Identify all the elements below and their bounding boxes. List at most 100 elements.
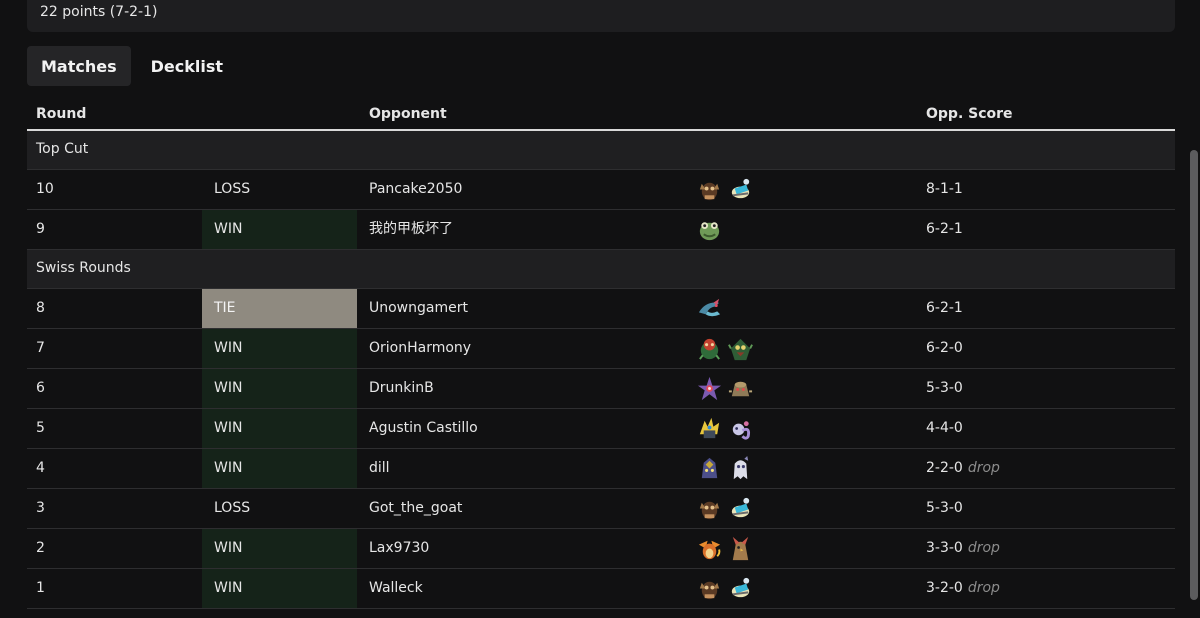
opponent-score-value: 8-1-1 bbox=[926, 181, 963, 197]
deck-icons[interactable] bbox=[696, 489, 754, 528]
opponent-score: 6-2-0 bbox=[926, 329, 963, 368]
opponent-score: 6-2-1 bbox=[926, 289, 963, 328]
opponent-name[interactable]: dill bbox=[369, 449, 390, 488]
round-number: 3 bbox=[36, 500, 45, 516]
round-number: 8 bbox=[36, 300, 45, 316]
player-summary-card: 22 points (7-2-1) bbox=[27, 0, 1175, 32]
round-number: 1 bbox=[36, 580, 45, 596]
page-scrollbar[interactable] bbox=[1190, 150, 1198, 600]
result-cell: TIE bbox=[202, 289, 357, 328]
round-number: 7 bbox=[36, 340, 45, 356]
points-record: 22 points (7-2-1) bbox=[40, 4, 158, 20]
opponent-score-value: 5-3-0 bbox=[926, 500, 963, 516]
tab-bar: Matches Decklist bbox=[27, 46, 237, 86]
mew-icon bbox=[727, 415, 754, 442]
match-row: 2 WIN Lax9730 3-3-0 drop bbox=[27, 529, 1175, 569]
section-header: Top Cut bbox=[27, 131, 1175, 170]
match-row: 5 WIN Agustin Castillo 4-4-0 bbox=[27, 409, 1175, 449]
result-cell: WIN bbox=[202, 449, 357, 488]
match-row: 6 WIN DrunkinB 5-3-0 bbox=[27, 369, 1175, 409]
opponent-name[interactable]: OrionHarmony bbox=[369, 329, 471, 368]
match-row: 1 WIN Walleck 3-2-0 drop bbox=[27, 569, 1175, 609]
toxicroak-frog-icon bbox=[696, 216, 723, 243]
deck-icons[interactable] bbox=[696, 170, 754, 209]
round-number: 5 bbox=[36, 420, 45, 436]
decidueye-icon bbox=[727, 335, 754, 362]
opponent-score: 8-1-1 bbox=[926, 170, 963, 209]
drop-label: drop bbox=[967, 580, 1000, 596]
dusknoir-mask-icon bbox=[727, 575, 754, 602]
round-number: 10 bbox=[36, 181, 54, 197]
opponent-name[interactable]: Unowngamert bbox=[369, 289, 468, 328]
deck-icons[interactable] bbox=[696, 369, 754, 408]
dusknoir-mask-icon bbox=[727, 176, 754, 203]
table-body: Top Cut 10 LOSS Pancake2050 8-1-1 9 WIN 我的甲板坏了 6… bbox=[27, 131, 1175, 609]
opponent-name[interactable]: 我的甲板坏了 bbox=[369, 210, 453, 249]
opponent-name[interactable]: Agustin Castillo bbox=[369, 409, 478, 448]
opponent-score: 3-2-0 drop bbox=[926, 569, 1000, 608]
tab-matches[interactable]: Matches bbox=[27, 46, 131, 86]
starmie-icon bbox=[696, 375, 723, 402]
opponent-name[interactable]: Got_the_goat bbox=[369, 489, 462, 528]
deck-icons[interactable] bbox=[696, 409, 754, 448]
opp-score-column-header: Opp. Score bbox=[926, 106, 1013, 122]
match-row: 10 LOSS Pancake2050 8-1-1 bbox=[27, 170, 1175, 210]
charizard-icon bbox=[696, 535, 723, 562]
opponent-score: 2-2-0 drop bbox=[926, 449, 1000, 488]
result-cell: LOSS bbox=[214, 500, 251, 516]
deck-icons[interactable] bbox=[696, 289, 723, 328]
opponent-score-value: 4-4-0 bbox=[926, 420, 963, 436]
opponent-score-value: 6-2-1 bbox=[926, 221, 963, 237]
match-row: 4 WIN dill 2-2-0 drop bbox=[27, 449, 1175, 489]
opponent-score-value: 5-3-0 bbox=[926, 380, 963, 396]
pidgeot-icon bbox=[727, 535, 754, 562]
result-cell: WIN bbox=[202, 409, 357, 448]
opponent-name[interactable]: Pancake2050 bbox=[369, 170, 462, 209]
result-cell: WIN bbox=[202, 529, 357, 568]
opponent-score-value: 3-2-0 bbox=[926, 580, 963, 596]
tab-decklist[interactable]: Decklist bbox=[137, 46, 237, 86]
opponent-score-value: 6-2-1 bbox=[926, 300, 963, 316]
result-cell: WIN bbox=[202, 369, 357, 408]
drop-label: drop bbox=[967, 460, 1000, 476]
ogerpon-teal-icon bbox=[696, 335, 723, 362]
gholdengo-dark-icon bbox=[696, 455, 723, 482]
bronzong-icon bbox=[727, 375, 754, 402]
section-header: Swiss Rounds bbox=[27, 250, 1175, 289]
table-header: Round Opponent Opp. Score bbox=[27, 98, 1175, 131]
dusknoir-mask-icon bbox=[727, 495, 754, 522]
deck-icons[interactable] bbox=[696, 210, 723, 249]
opponent-score: 3-3-0 drop bbox=[926, 529, 1000, 568]
opponent-name[interactable]: Walleck bbox=[369, 569, 423, 608]
deck-icons[interactable] bbox=[696, 329, 754, 368]
mimikyu-icon bbox=[727, 455, 754, 482]
opponent-column-header: Opponent bbox=[369, 106, 447, 122]
opponent-score: 6-2-1 bbox=[926, 210, 963, 249]
match-row: 9 WIN 我的甲板坏了 6-2-1 bbox=[27, 210, 1175, 250]
match-row: 7 WIN OrionHarmony 6-2-0 bbox=[27, 329, 1175, 369]
round-column-header: Round bbox=[36, 106, 87, 122]
round-number: 9 bbox=[36, 221, 45, 237]
result-cell: WIN bbox=[202, 210, 357, 249]
deck-icons[interactable] bbox=[696, 569, 754, 608]
opponent-score: 5-3-0 bbox=[926, 369, 963, 408]
ogerpon-hearthflame-icon bbox=[696, 176, 723, 203]
result-cell: WIN bbox=[202, 569, 357, 608]
dragapult-icon bbox=[696, 295, 723, 322]
deck-icons[interactable] bbox=[696, 529, 754, 568]
result-cell: WIN bbox=[202, 329, 357, 368]
round-number: 4 bbox=[36, 460, 45, 476]
opponent-score: 5-3-0 bbox=[926, 489, 963, 528]
drop-label: drop bbox=[967, 540, 1000, 556]
ogerpon-hearthflame-icon bbox=[696, 575, 723, 602]
opponent-name[interactable]: DrunkinB bbox=[369, 369, 434, 408]
result-cell: LOSS bbox=[214, 181, 251, 197]
match-row: 8 TIE Unowngamert 6-2-1 bbox=[27, 289, 1175, 329]
matches-table: Round Opponent Opp. Score Top Cut 10 LOSS P… bbox=[27, 98, 1175, 609]
opponent-name[interactable]: Lax9730 bbox=[369, 529, 429, 568]
opponent-score-value: 3-3-0 bbox=[926, 540, 963, 556]
iron-thorns-icon bbox=[696, 415, 723, 442]
round-number: 2 bbox=[36, 540, 45, 556]
opponent-score-value: 2-2-0 bbox=[926, 460, 963, 476]
deck-icons[interactable] bbox=[696, 449, 754, 488]
